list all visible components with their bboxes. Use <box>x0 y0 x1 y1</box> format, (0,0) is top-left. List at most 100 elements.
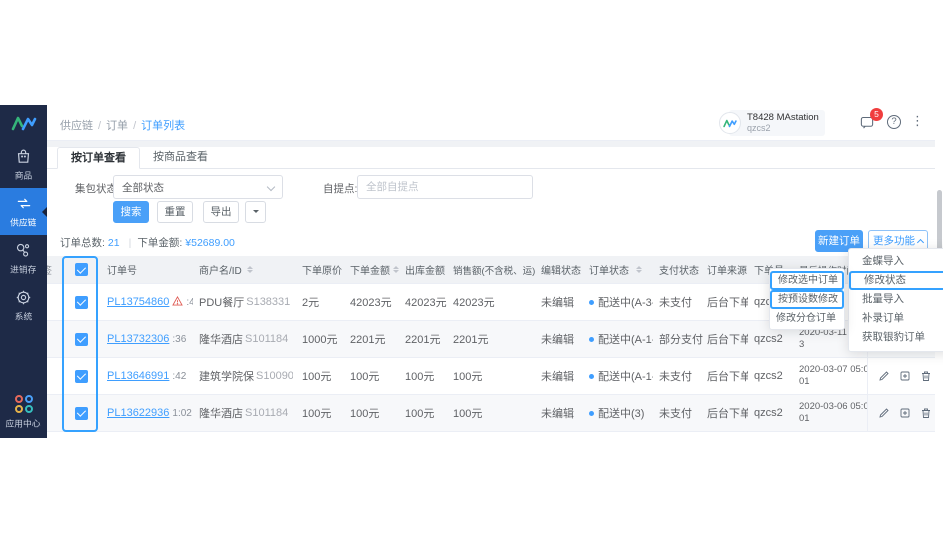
col-merchant[interactable]: 商户名/ID <box>193 256 293 283</box>
menu-item-batch-import[interactable]: 批量导入 <box>849 290 943 309</box>
time-fragment: 1:02 <box>172 407 192 419</box>
col-pay-status: 支付状态 <box>659 266 699 277</box>
edit-status: 未编辑 <box>541 297 574 309</box>
more-functions-menu: 金蝶导入› 修改状态› 批量导入 补录订单 获取银豹订单 <box>848 248 943 352</box>
search-button[interactable]: 搜索 <box>113 201 149 223</box>
edit-status: 未编辑 <box>541 408 574 420</box>
app-window: 商品 供应链 进销存 系统 应用中心 供应链 / 订单 / 订单列表 T8428… <box>0 105 943 438</box>
order-link[interactable]: PL13622936 <box>107 407 169 419</box>
outbound-amount: 2201元 <box>405 334 441 346</box>
pay-status: 未支付 <box>659 297 692 309</box>
select-all-checkbox[interactable] <box>74 263 88 276</box>
operator: qzcs2 <box>754 407 783 419</box>
order-amount: 42023元 <box>350 297 392 309</box>
pickup-point-input[interactable] <box>357 175 533 199</box>
reset-button[interactable]: 重置 <box>157 201 193 223</box>
sales-amount: 42023元 <box>453 297 495 309</box>
col-edit-status: 编辑状态 <box>541 266 581 277</box>
sidebar-item-inventory[interactable]: 进销存 <box>0 235 47 282</box>
time-fragment: :41 <box>186 296 193 308</box>
sales-amount: 2201元 <box>453 334 489 346</box>
filter-bar: 集包状态: 全部状态 自提点: <box>47 175 935 199</box>
merchant-id: S101184 <box>245 333 289 345</box>
pay-status: 未支付 <box>659 408 692 420</box>
sort-icon[interactable] <box>636 265 642 274</box>
sidebar-item-app-center[interactable]: 应用中心 <box>0 388 47 438</box>
orig-price: 100元 <box>302 371 332 383</box>
export-button[interactable]: 导出 <box>203 201 239 223</box>
menu-item-modify-status[interactable]: 修改状态› <box>849 271 943 290</box>
bag-icon <box>15 148 32 165</box>
sales-amount: 100元 <box>453 371 483 383</box>
breadcrumb-item[interactable]: 供应链 <box>60 120 93 132</box>
col-order-status[interactable]: 订单状态 <box>583 256 653 283</box>
order-amount: 100元 <box>350 408 380 420</box>
nodes-icon <box>15 242 32 259</box>
order-link[interactable]: PL13646991 <box>107 370 169 382</box>
operator: qzcs2 <box>754 370 783 382</box>
view-tabs: 按订单查看 按商品查看 <box>47 147 935 169</box>
sidebar-item-label: 进销存 <box>10 265 37 276</box>
order-total-value: 21 <box>107 237 120 249</box>
submenu-item-modify-selected[interactable]: 修改选中订单 <box>770 271 844 290</box>
table-row: PL13622936 1:02 隆华酒店 S101184 100元 100元 10… <box>47 395 935 432</box>
breadcrumb: 供应链 / 订单 / 订单列表 <box>60 120 186 132</box>
tab-by-product[interactable]: 按商品查看 <box>140 147 221 169</box>
order-source: 后台下单 <box>707 297 748 309</box>
row-checkbox[interactable] <box>74 369 88 383</box>
copy-icon[interactable] <box>899 370 911 382</box>
orig-price: 100元 <box>302 408 332 420</box>
export-dropdown-button[interactable] <box>245 201 266 223</box>
summary-bar: 订单总数: 21 | 下单金额: ¥52689.00 <box>60 237 235 249</box>
user-subname: qzcs2 <box>747 123 771 133</box>
merchant-name: 隆华酒店 <box>199 408 243 420</box>
sidebar-item-system[interactable]: 系统 <box>0 282 47 329</box>
submenu-item-modify-warehouse[interactable]: 修改分仓订单 <box>770 309 844 328</box>
col-amount[interactable]: 下单金额 <box>345 256 400 283</box>
order-amount: 100元 <box>350 371 380 383</box>
sidebar-item-supply-chain[interactable]: 供应链 <box>0 188 47 235</box>
select-all-cell <box>61 256 101 283</box>
package-status-select[interactable]: 全部状态 <box>113 175 283 199</box>
submenu-item-modify-by-preset[interactable]: 按预设数修改 <box>770 290 844 309</box>
breadcrumb-item[interactable]: 订单 <box>106 120 128 132</box>
delete-icon[interactable] <box>920 370 932 382</box>
table-row: PL13646991 :42 建筑学院保S100901 100元 100元 10… <box>47 358 935 395</box>
row-checkbox[interactable] <box>74 332 88 346</box>
chevron-down-icon <box>266 182 276 192</box>
top-header: 供应链 / 订单 / 订单列表 T8428 MAstation qzcs2 5 ? ⋮ <box>47 105 935 141</box>
order-status: 配送中(A-1-1) <box>598 371 653 383</box>
sidebar-item-goods[interactable]: 商品 <box>0 141 47 188</box>
menu-item-fetch-pos-orders[interactable]: 获取银豹订单 <box>849 328 943 347</box>
avatar[interactable] <box>719 112 741 134</box>
order-link[interactable]: PL13754860 <box>107 296 169 308</box>
sidebar-item-label: 商品 <box>14 171 33 182</box>
tab-by-order[interactable]: 按订单查看 <box>57 147 140 169</box>
user-info[interactable]: T8428 MAstation qzcs2 <box>729 110 825 136</box>
edit-icon[interactable] <box>878 370 890 382</box>
col-outbound: 出库金额 <box>405 266 445 277</box>
exchange-icon <box>15 195 33 212</box>
order-status: 配送中(A-1-1) <box>598 334 653 346</box>
amount-label: 下单金额: <box>137 237 183 249</box>
merchant-id: S100901 <box>256 370 293 382</box>
help-icon[interactable]: ? <box>887 115 901 129</box>
col-order-no[interactable]: 订单号 <box>101 256 193 283</box>
order-link[interactable]: PL13732306 <box>107 333 169 345</box>
delete-icon[interactable] <box>920 407 932 419</box>
sidebar-item-label: 系统 <box>14 312 33 323</box>
row-checkbox[interactable] <box>74 295 88 309</box>
edit-status: 未编辑 <box>541 371 574 383</box>
sort-icon[interactable] <box>393 265 399 274</box>
orig-price: 2元 <box>302 297 320 309</box>
row-checkbox[interactable] <box>74 406 88 420</box>
copy-icon[interactable] <box>899 407 911 419</box>
status-dot <box>589 336 594 342</box>
menu-item-supplement-order[interactable]: 补录订单 <box>849 309 943 328</box>
outbound-amount: 100元 <box>405 408 435 420</box>
edit-icon[interactable] <box>878 407 890 419</box>
clipped-column: 签 <box>47 256 61 283</box>
more-menu-icon[interactable]: ⋮ <box>911 113 924 129</box>
sort-icon[interactable] <box>246 265 253 274</box>
menu-item-kingdee-import[interactable]: 金蝶导入› <box>849 252 943 271</box>
